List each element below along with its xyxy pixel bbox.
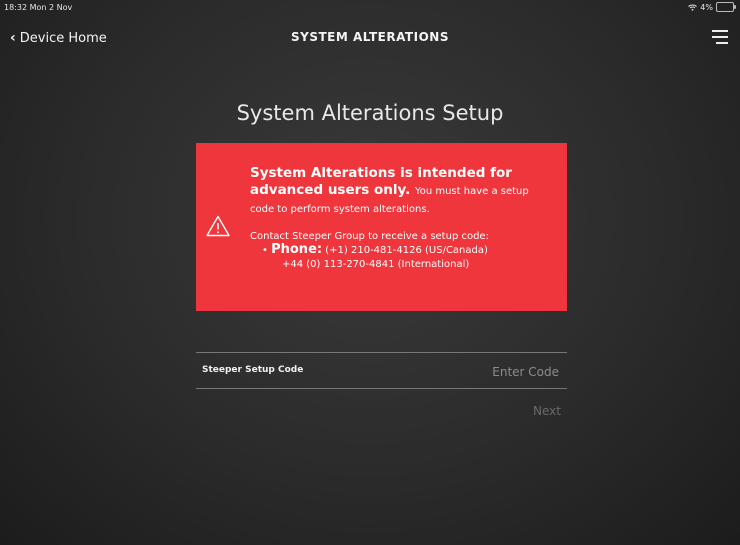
battery-icon: [716, 2, 736, 12]
page-title: System Alterations Setup: [236, 101, 504, 125]
phone-label: Phone:: [271, 242, 323, 257]
nav-bar: ‹ Device Home SYSTEM ALTERATIONS: [0, 22, 740, 54]
status-right: 4%: [688, 2, 736, 12]
phone-us: (+1) 210-481-4126 (US/Canada): [325, 245, 488, 256]
next-button[interactable]: Next: [196, 404, 567, 418]
warning-banner: System Alterations is intended for advan…: [196, 143, 567, 311]
battery-percent: 4%: [700, 2, 713, 12]
setup-code-label: Steeper Setup Code: [202, 365, 304, 375]
warning-icon: [206, 215, 230, 237]
phone-intl: +44 (0) 113-270-4841 (International): [282, 259, 470, 270]
phone-bullet: •: [262, 245, 268, 256]
status-time: 18:32 Mon 2 Nov: [4, 3, 73, 12]
divider-bottom: [196, 388, 567, 389]
warning-lead: System Alterations is intended for advan…: [250, 165, 547, 218]
status-bar: 18:32 Mon 2 Nov 4%: [0, 0, 740, 16]
setup-code-row: Steeper Setup Code: [196, 353, 567, 388]
phone-line: • Phone: (+1) 210-481-4126 (US/Canada): [250, 243, 547, 258]
nav-title: SYSTEM ALTERATIONS: [291, 30, 449, 44]
menu-icon[interactable]: [712, 30, 728, 48]
setup-code-input[interactable]: [397, 361, 561, 383]
wifi-icon: [688, 4, 698, 11]
